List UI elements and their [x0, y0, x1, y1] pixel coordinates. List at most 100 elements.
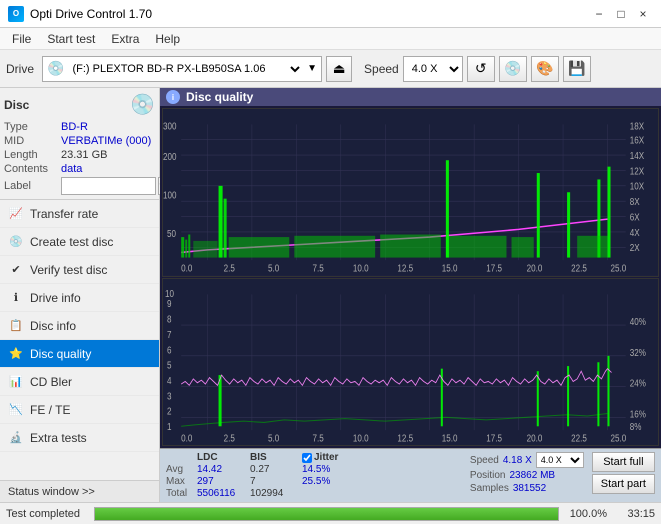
nav-items: 📈 Transfer rate 💿 Create test disc ✔ Ver…	[0, 200, 159, 480]
nav-fe-te[interactable]: 📉 FE / TE	[0, 396, 159, 424]
progress-bar-container	[94, 507, 559, 521]
menu-help[interactable]: Help	[147, 30, 188, 48]
speed-select[interactable]: 4.0 X	[536, 452, 584, 468]
progress-percent: 100.0%	[567, 508, 607, 520]
svg-text:20.0: 20.0	[527, 263, 543, 274]
toolbar: Drive 💿 (F:) PLEXTOR BD-R PX-LB950SA 1.0…	[0, 50, 661, 88]
speed-position-col: Speed 4.18 X 4.0 X Position 23862 MB Sam…	[470, 452, 584, 494]
svg-text:8%: 8%	[630, 421, 642, 432]
nav-create-test-disc[interactable]: 💿 Create test disc	[0, 228, 159, 256]
svg-text:2X: 2X	[630, 242, 640, 253]
svg-text:4X: 4X	[630, 227, 640, 238]
nav-transfer-rate[interactable]: 📈 Transfer rate	[0, 200, 159, 228]
stats-empty2	[291, 452, 301, 463]
nav-drive-info-label: Drive info	[30, 291, 81, 305]
svg-text:16X: 16X	[630, 135, 644, 146]
start-full-button[interactable]: Start full	[592, 452, 655, 472]
menu-extra[interactable]: Extra	[103, 30, 147, 48]
save-button[interactable]: 💾	[563, 56, 591, 82]
svg-text:25.0: 25.0	[611, 263, 627, 274]
disc-contents-row: Contents data	[4, 163, 155, 175]
svg-text:40%: 40%	[630, 316, 646, 327]
app-title: Opti Drive Control 1.70	[30, 7, 152, 21]
nav-disc-quality[interactable]: ⭐ Disc quality	[0, 340, 159, 368]
action-buttons: Start full Start part	[592, 452, 655, 494]
nav-disc-info[interactable]: 📋 Disc info	[0, 312, 159, 340]
disc-section: Disc 💿 Type BD-R MID VERBATIMe (000) Len…	[0, 88, 159, 200]
svg-text:2: 2	[167, 405, 172, 416]
mid-value: VERBATIMe (000)	[61, 135, 151, 147]
drive-label: Drive	[6, 62, 34, 76]
svg-text:3: 3	[167, 390, 172, 401]
nav-drive-info[interactable]: ℹ Drive info	[0, 284, 159, 312]
speed-dropdown[interactable]: 4.0 X	[403, 56, 463, 82]
maximize-button[interactable]: □	[611, 4, 631, 24]
svg-text:15.0: 15.0	[442, 263, 458, 274]
bis-header: BIS	[250, 452, 290, 463]
time-display: 33:15	[615, 508, 655, 520]
chart-title: Disc quality	[186, 90, 253, 104]
drive-icon: 💿	[47, 60, 64, 77]
status-window-button[interactable]: Status window >>	[0, 480, 159, 502]
stats-table: LDC BIS Jitter Avg 14.42 0.27 14.5% Max …	[166, 452, 460, 499]
svg-text:17.5: 17.5	[486, 432, 502, 443]
disc-image-icon: 💿	[130, 92, 155, 117]
close-button[interactable]: ×	[633, 4, 653, 24]
svg-text:18X: 18X	[630, 121, 644, 132]
menu-bar: File Start test Extra Help	[0, 28, 661, 50]
svg-text:6: 6	[167, 344, 172, 355]
avg-empty	[291, 464, 301, 475]
disc-header: Disc 💿	[4, 92, 155, 117]
jitter-checkbox[interactable]	[302, 453, 312, 463]
svg-text:7.5: 7.5	[313, 432, 324, 443]
speed-row: Speed 4.18 X 4.0 X	[470, 452, 584, 468]
max-ldc: 297	[197, 476, 249, 487]
refresh-button[interactable]: ↺	[467, 56, 495, 82]
minimize-button[interactable]: −	[589, 4, 609, 24]
status-text: Test completed	[6, 508, 86, 520]
position-row: Position 23862 MB	[470, 470, 584, 481]
svg-text:22.5: 22.5	[571, 263, 587, 274]
disc-info-icon: 📋	[8, 318, 24, 334]
avg-jitter: 14.5%	[302, 464, 372, 475]
nav-cd-bler[interactable]: 📊 CD Bler	[0, 368, 159, 396]
progress-area: Test completed 100.0% 33:15	[0, 502, 661, 524]
nav-verify-test-disc[interactable]: ✔ Verify test disc	[0, 256, 159, 284]
svg-text:10.0: 10.0	[353, 263, 369, 274]
svg-text:GB: GB	[611, 444, 623, 445]
stats-right-panel: Speed 4.18 X 4.0 X Position 23862 MB Sam…	[470, 452, 655, 494]
nav-create-test-disc-label: Create test disc	[30, 235, 113, 249]
menu-start-test[interactable]: Start test	[39, 30, 103, 48]
title-bar-controls: − □ ×	[589, 4, 653, 24]
label-input[interactable]	[61, 177, 156, 195]
color-button[interactable]: 🎨	[531, 56, 559, 82]
create-test-disc-icon: 💿	[8, 234, 24, 250]
nav-extra-tests[interactable]: 🔬 Extra tests	[0, 424, 159, 452]
total-bis: 102994	[250, 488, 290, 499]
nav-disc-info-label: Disc info	[30, 319, 76, 333]
avg-bis: 0.27	[250, 464, 290, 475]
avg-ldc: 14.42	[197, 464, 249, 475]
eject-button[interactable]: ⏏	[326, 56, 352, 82]
jitter-header-row: Jitter	[302, 452, 372, 463]
title-bar: O Opti Drive Control 1.70 − □ ×	[0, 0, 661, 28]
disc-length-row: Length 23.31 GB	[4, 149, 155, 161]
svg-text:1: 1	[167, 421, 172, 432]
svg-text:17.5: 17.5	[486, 263, 502, 274]
max-jitter: 25.5%	[302, 476, 372, 487]
speed-label: Speed	[364, 62, 399, 76]
type-label: Type	[4, 121, 59, 133]
max-empty	[291, 476, 301, 487]
drive-dropdown[interactable]: (F:) PLEXTOR BD-R PX-LB950SA 1.06	[68, 62, 303, 76]
stats-bar: LDC BIS Jitter Avg 14.42 0.27 14.5% Max …	[160, 448, 661, 502]
svg-text:6X: 6X	[630, 212, 640, 223]
svg-text:32%: 32%	[630, 346, 646, 357]
disc-button[interactable]: 💿	[499, 56, 527, 82]
start-part-button[interactable]: Start part	[592, 474, 655, 494]
ldc-header: LDC	[197, 452, 249, 463]
svg-text:9: 9	[167, 298, 172, 309]
svg-text:5.0: 5.0	[268, 432, 279, 443]
svg-text:200: 200	[163, 151, 176, 162]
verify-test-disc-icon: ✔	[8, 262, 24, 278]
menu-file[interactable]: File	[4, 30, 39, 48]
